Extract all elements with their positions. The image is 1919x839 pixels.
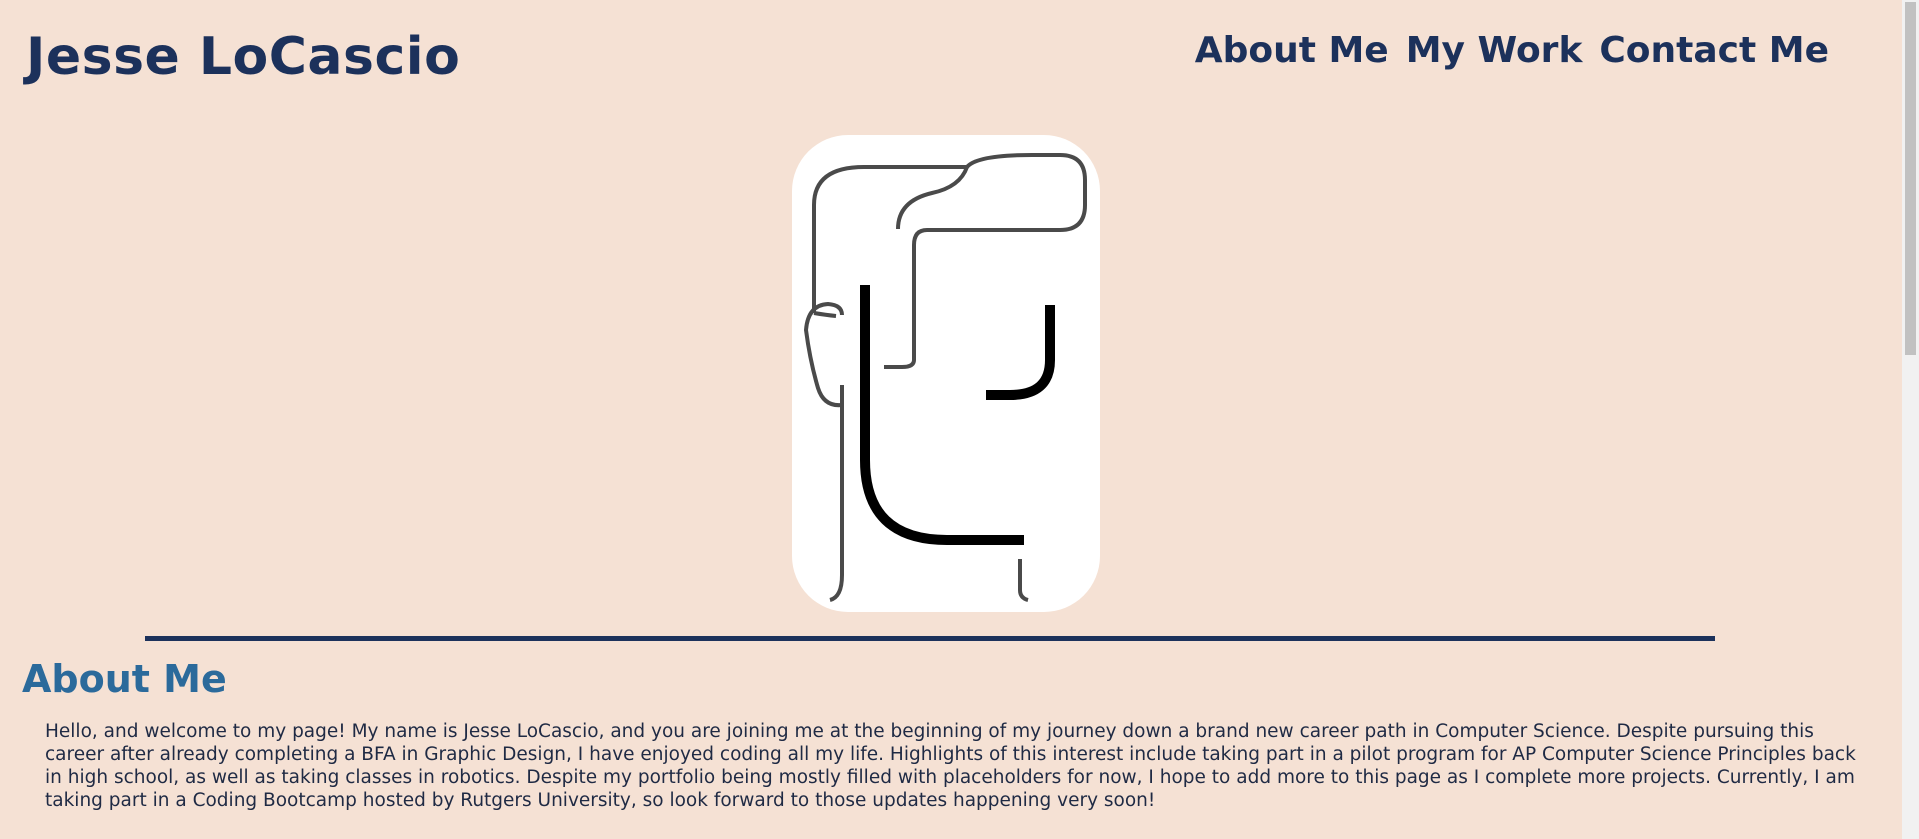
portrait-image [792, 135, 1100, 612]
page-scrollbar[interactable] [1902, 0, 1919, 839]
nav-contact-me[interactable]: Contact Me [1599, 26, 1829, 76]
about-heading: About Me [22, 657, 227, 701]
about-paragraph: Hello, and welcome to my page! My name i… [45, 721, 1856, 811]
nav-about-me[interactable]: About Me [1195, 26, 1389, 76]
main-nav: About Me My Work Contact Me [1195, 26, 1829, 76]
scrollbar-thumb[interactable] [1905, 2, 1916, 355]
nav-my-work[interactable]: My Work [1406, 26, 1583, 76]
section-divider [145, 636, 1715, 641]
line-art-face-icon [804, 153, 1087, 602]
site-title: Jesse LoCascio [26, 27, 461, 87]
